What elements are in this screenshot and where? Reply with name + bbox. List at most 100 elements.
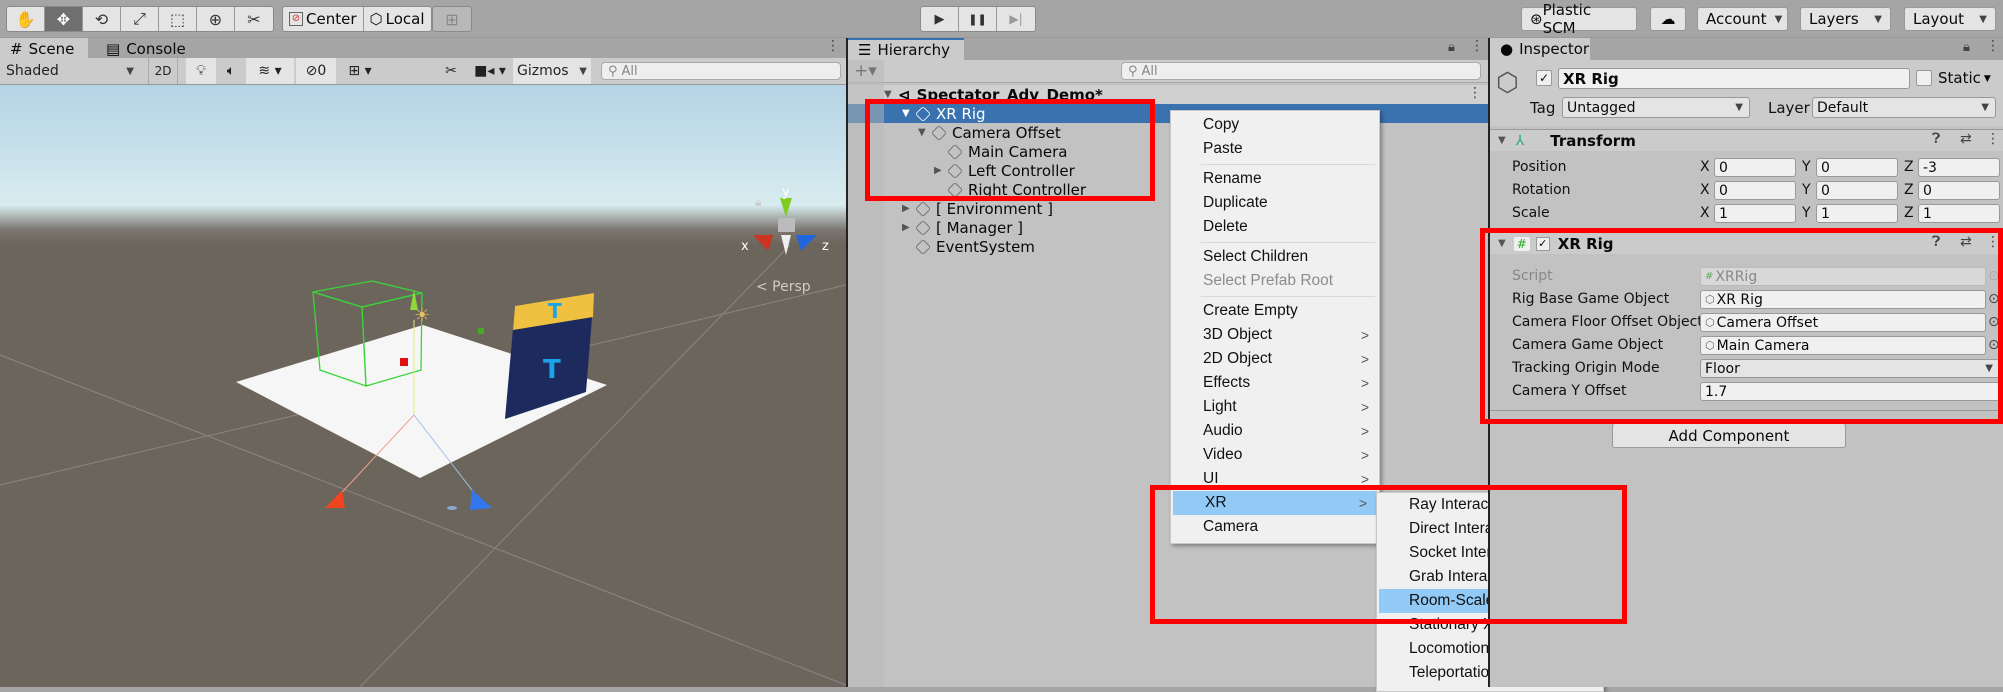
camera-game-object-field[interactable]: ⬡ Main Camera: [1700, 336, 1986, 355]
menu-item-ui[interactable]: UI >: [1171, 467, 1379, 491]
tab-hierarchy[interactable]: ☰ Hierarchy: [848, 38, 964, 60]
hierarchy-item[interactable]: Main Camera: [848, 142, 1488, 161]
rect-tool-button[interactable]: ⬚: [159, 7, 197, 31]
snap-toggle[interactable]: ⊞: [433, 7, 471, 31]
lock-icon[interactable]: 🔒︎: [755, 195, 761, 209]
rig-base-field[interactable]: ⬡ XR Rig: [1700, 290, 1986, 309]
object-picker-icon[interactable]: ⊙: [1988, 314, 2000, 330]
scale-tool-button[interactable]: ⤢: [121, 7, 159, 31]
plastic-scm-button[interactable]: ⊛ Plastic SCM: [1521, 1, 1637, 37]
tools-button[interactable]: ✂: [438, 58, 464, 84]
menu-item-light[interactable]: Light >: [1171, 395, 1379, 419]
menu-item-copy[interactable]: Copy: [1171, 113, 1379, 137]
menu-item-paste[interactable]: Paste: [1171, 137, 1379, 161]
menu-item-3d-object[interactable]: 3D Object >: [1171, 323, 1379, 347]
pause-button[interactable]: ❚❚: [959, 7, 997, 31]
hierarchy-search-input[interactable]: ⚲ All: [1121, 62, 1481, 80]
hand-tool-button[interactable]: ✋: [7, 7, 45, 31]
expand-icon[interactable]: ▼: [902, 108, 916, 119]
hidden-objects-toggle[interactable]: ⊘ 0: [296, 58, 336, 84]
collapse-icon[interactable]: ▼: [1498, 238, 1506, 249]
scene-more-icon[interactable]: ⋮: [1468, 85, 1482, 101]
component-more-icon[interactable]: ⋮: [1986, 234, 2000, 250]
tag-dropdown[interactable]: Untagged ▼: [1562, 97, 1750, 118]
rotation-z-field[interactable]: 0: [1918, 181, 2000, 200]
xr-rig-header[interactable]: ▼ # ✓ XR Rig: [1490, 232, 2003, 254]
menu-item-video[interactable]: Video >: [1171, 443, 1379, 467]
tab-scene[interactable]: # Scene: [0, 38, 88, 60]
menu-item-camera[interactable]: Camera: [1171, 515, 1379, 539]
gizmo-center-cube[interactable]: [778, 218, 795, 232]
hierarchy-item[interactable]: ▶ [ Environment ]: [848, 199, 1488, 218]
object-picker-icon[interactable]: ⊙: [1988, 291, 2000, 307]
help-icon[interactable]: ❓︎: [1932, 131, 1940, 147]
menu-item-2d-object[interactable]: 2D Object >: [1171, 347, 1379, 371]
custom-tool-button[interactable]: ✂: [235, 7, 273, 31]
lighting-toggle[interactable]: 💡︎: [186, 58, 216, 84]
hierarchy-more-icon[interactable]: ⋮: [1470, 38, 1484, 54]
hierarchy-lock-icon[interactable]: 🔒︎: [1448, 40, 1455, 55]
rotate-tool-button[interactable]: ⟲: [83, 7, 121, 31]
2d-toggle[interactable]: 2D: [148, 58, 178, 84]
shading-mode-dropdown[interactable]: Shaded ▼: [0, 58, 140, 84]
help-icon[interactable]: ❓︎: [1932, 234, 1940, 250]
rotation-y-field[interactable]: 0: [1816, 181, 1898, 200]
hierarchy-item[interactable]: Right Controller: [848, 180, 1488, 199]
hierarchy-item[interactable]: ▼ XR Rig: [848, 104, 1488, 123]
scene-more-icon[interactable]: ⋮: [826, 38, 840, 54]
scale-y-field[interactable]: 1: [1816, 204, 1898, 223]
scene-viewport[interactable]: T T ☀ y x z 🔒︎ < Persp: [0, 85, 846, 687]
position-y-field[interactable]: 0: [1816, 158, 1898, 177]
pivot-center-toggle[interactable]: ⊘ Center: [283, 7, 364, 31]
menu-item-duplicate[interactable]: Duplicate: [1171, 191, 1379, 215]
transform-tool-button[interactable]: ⊕: [197, 7, 235, 31]
orientation-gizmo[interactable]: y x z 🔒︎: [741, 185, 829, 255]
cloud-button[interactable]: ☁: [1650, 7, 1686, 31]
camera-dropdown[interactable]: ■◂ ▾: [470, 58, 510, 84]
tracking-origin-mode-dropdown[interactable]: Floor ▼: [1700, 359, 2000, 378]
gizmos-dropdown[interactable]: Gizmos ▼: [513, 58, 591, 84]
z-axis-cone[interactable]: [796, 235, 817, 251]
layer-dropdown[interactable]: Default ▼: [1812, 97, 1996, 118]
menu-item-rename[interactable]: Rename: [1171, 167, 1379, 191]
expand-icon[interactable]: ▶: [902, 222, 916, 233]
hierarchy-item[interactable]: EventSystem: [848, 237, 1488, 256]
component-enabled-checkbox[interactable]: ✓: [1535, 236, 1550, 251]
collapse-icon[interactable]: ▼: [1498, 135, 1506, 146]
hierarchy-item[interactable]: ▶ [ Manager ]: [848, 218, 1488, 237]
menu-item-create-empty[interactable]: Create Empty: [1171, 299, 1379, 323]
step-button[interactable]: ▶|: [997, 7, 1035, 31]
scale-z-field[interactable]: 1: [1918, 204, 2000, 223]
menu-item-select-children[interactable]: Select Children: [1171, 245, 1379, 269]
expand-icon[interactable]: ▶: [902, 203, 916, 214]
transform-header[interactable]: ▼ ⅄ Transform: [1490, 129, 2003, 151]
menu-item-audio[interactable]: Audio >: [1171, 419, 1379, 443]
position-z-field[interactable]: -3: [1918, 158, 2000, 177]
component-more-icon[interactable]: ⋮: [1986, 131, 2000, 147]
add-component-button[interactable]: Add Component: [1612, 423, 1846, 448]
preset-icon[interactable]: ⇄: [1960, 131, 1972, 147]
x-axis-cone[interactable]: [753, 235, 773, 251]
audio-toggle[interactable]: 🔈︎: [216, 58, 246, 84]
static-checkbox[interactable]: [1916, 70, 1932, 86]
grid-toggle[interactable]: ⊞ ▾: [338, 58, 382, 84]
active-checkbox[interactable]: ✓: [1536, 70, 1552, 86]
tab-console[interactable]: ▤ Console: [96, 38, 196, 60]
preset-icon[interactable]: ⇄: [1960, 234, 1972, 250]
position-x-field[interactable]: 0: [1714, 158, 1796, 177]
menu-item-xr[interactable]: XR >: [1173, 491, 1377, 515]
layout-dropdown[interactable]: Layout ▼: [1904, 7, 1996, 31]
effects-toggle[interactable]: ≋ ▾: [246, 58, 294, 84]
scene-root-row[interactable]: ▼ ⊲ Spectator_Adv_Demo*: [848, 85, 1488, 104]
camera-y-offset-field[interactable]: 1.7: [1700, 382, 2000, 401]
expand-icon[interactable]: ▼: [884, 89, 898, 100]
menu-item-delete[interactable]: Delete: [1171, 215, 1379, 239]
expand-icon[interactable]: ▼: [918, 127, 932, 138]
menu-item-effects[interactable]: Effects >: [1171, 371, 1379, 395]
inspector-more-icon[interactable]: ⋮: [1986, 38, 2000, 54]
layers-dropdown[interactable]: Layers ▼: [1800, 7, 1891, 31]
persp-label[interactable]: < Persp: [756, 279, 811, 295]
scale-x-field[interactable]: 1: [1714, 204, 1796, 223]
tab-inspector[interactable]: ● Inspector: [1490, 38, 1590, 60]
pivot-local-toggle[interactable]: ⬡ Local: [364, 7, 431, 31]
